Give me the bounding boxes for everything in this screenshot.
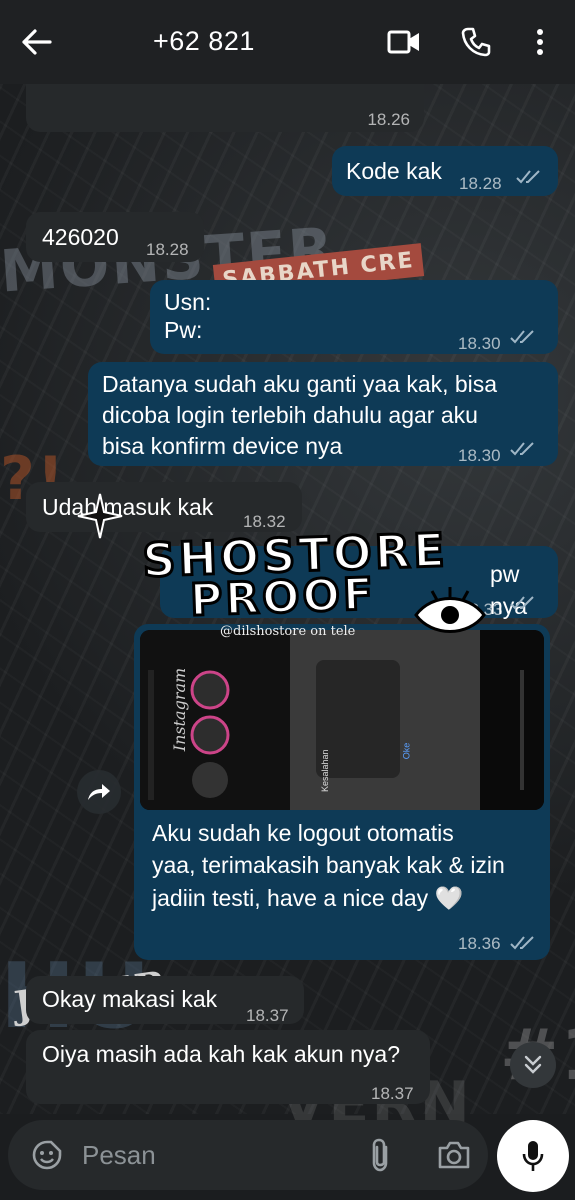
phone-icon[interactable]	[458, 24, 494, 60]
message-line: bisa konfirm device nya	[102, 433, 343, 459]
read-ticks-icon	[510, 442, 534, 456]
message-outgoing[interactable]: Datanya sudah aku ganti yaa kak, bisa di…	[88, 362, 558, 466]
scroll-to-bottom-button[interactable]	[510, 1042, 556, 1088]
message-line: dicoba login terlebih dahulu agar aku	[102, 402, 478, 428]
message-incoming[interactable]: 18.26	[26, 84, 424, 132]
message-incoming[interactable]: Oiya masih ada kah kak akun nya? 18.37	[26, 1030, 430, 1104]
message-composer: Pesan	[8, 1120, 488, 1190]
message-outgoing[interactable]: Usn: Pw: 18.30	[150, 280, 558, 354]
image-dialog-line: Anda telah keluar dari	[325, 670, 326, 671]
message-time: 18.30	[458, 334, 501, 353]
image-dialog-line: Pemilik akun mungkin telah mengubah kata…	[325, 672, 326, 673]
message-line: Aku sudah ke logout otomatis	[152, 820, 454, 846]
more-options-icon[interactable]	[527, 24, 553, 60]
image-dialog-ok: Oke	[401, 742, 412, 760]
message-time: 18.30	[458, 446, 501, 465]
contact-name[interactable]: +62 821	[153, 26, 255, 57]
camera-icon[interactable]	[436, 1137, 472, 1173]
chat-header: +62 821	[0, 0, 575, 84]
image-dialog-title: Kesalahan	[320, 749, 330, 792]
read-ticks-icon	[510, 330, 534, 344]
message-text: Okay makasi kak	[42, 986, 218, 1012]
message-time: 18.36	[458, 934, 501, 953]
forward-icon[interactable]	[77, 770, 121, 814]
back-arrow-icon[interactable]	[18, 24, 56, 60]
image-app-name: Instagram	[170, 667, 190, 752]
message-time: 18.28	[459, 174, 502, 193]
read-ticks-icon	[516, 170, 540, 184]
read-ticks-icon	[510, 596, 534, 610]
microphone-button[interactable]	[497, 1120, 569, 1192]
read-ticks-icon	[510, 936, 534, 950]
message-line: jadiin testi, have a nice day 🤍	[152, 885, 464, 911]
microphone-icon	[522, 1141, 544, 1171]
emoji-icon[interactable]	[30, 1138, 64, 1172]
message-time: 18.26	[367, 110, 410, 129]
message-time: 18.28	[146, 240, 189, 259]
message-text: Oiya masih ada kah kak akun nya?	[42, 1041, 400, 1067]
message-outgoing[interactable]: Kode kak 18.28	[332, 146, 558, 196]
message-text: Udah masuk kak	[42, 494, 214, 520]
message-incoming[interactable]: Udah masuk kak 18.32	[26, 482, 302, 532]
sparkle-icon	[77, 493, 123, 539]
message-outgoing[interactable]: pw nya 18.33	[160, 546, 558, 619]
message-image[interactable]: Kesalahan Oke Instagram Anda telah kelua…	[140, 630, 544, 810]
message-line: Datanya sudah aku ganti yaa kak, bisa	[102, 371, 498, 397]
message-text: 426020	[42, 224, 119, 250]
message-time: 18.32	[243, 512, 286, 531]
message-text: Kode kak	[346, 158, 442, 184]
message-incoming[interactable]: Okay makasi kak 18.37	[26, 976, 304, 1025]
message-incoming[interactable]: 426020 18.28	[26, 212, 204, 262]
eye-icon	[414, 587, 486, 633]
message-input[interactable]: Pesan	[82, 1140, 156, 1171]
message-line: Pw:	[164, 317, 203, 343]
attach-icon[interactable]	[364, 1136, 398, 1174]
message-time: 18.37	[371, 1084, 414, 1103]
video-call-icon[interactable]	[386, 24, 422, 60]
message-line: yaa, terimakasih banyak kak & izin	[152, 852, 505, 878]
message-time: 18.37	[246, 1006, 289, 1025]
